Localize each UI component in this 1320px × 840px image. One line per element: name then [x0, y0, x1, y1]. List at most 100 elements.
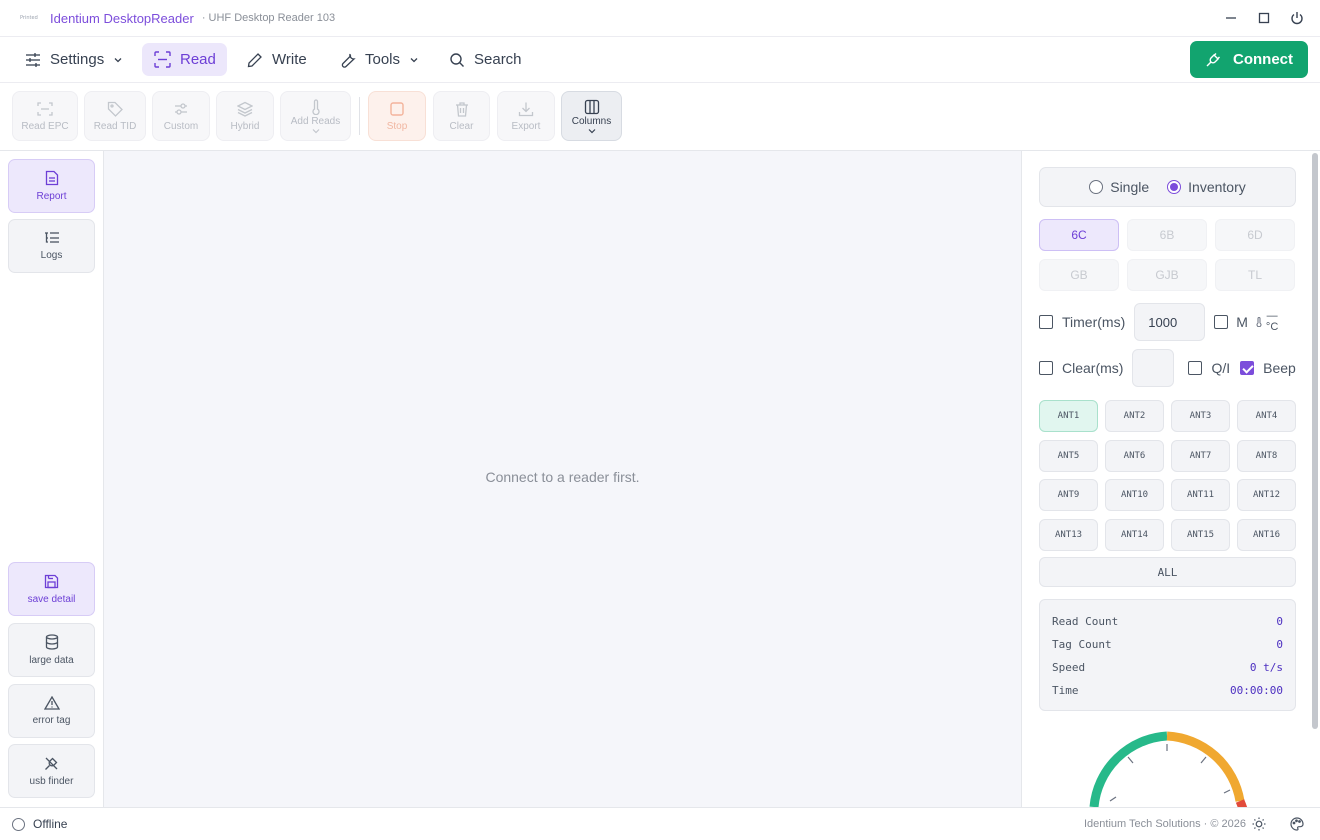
- time-label: Time: [1052, 684, 1079, 697]
- protocol-gb[interactable]: GB: [1039, 259, 1119, 291]
- qi-checkbox[interactable]: [1188, 361, 1203, 375]
- save-detail-button[interactable]: save detail: [8, 562, 95, 616]
- wrench-icon: [340, 52, 356, 68]
- antenna-ant7-button[interactable]: ANT7: [1171, 439, 1230, 472]
- antenna-ant9-button[interactable]: ANT9: [1039, 479, 1098, 511]
- antenna-ant6-button[interactable]: ANT6: [1105, 439, 1164, 472]
- power-icon[interactable]: [1288, 9, 1306, 27]
- antenna-ant3-button[interactable]: ANT3: [1171, 400, 1230, 432]
- m-checkbox[interactable]: [1214, 315, 1229, 329]
- maximize-icon[interactable]: [1255, 9, 1273, 27]
- logs-button[interactable]: Logs: [8, 219, 95, 273]
- status-indicator: [12, 817, 25, 831]
- toolbar-divider: [359, 97, 360, 135]
- antenna-all-button[interactable]: ALL: [1039, 557, 1296, 587]
- menu-settings[interactable]: Settings: [13, 43, 135, 76]
- download-icon: [518, 101, 534, 117]
- sun-icon[interactable]: [1252, 817, 1266, 831]
- m-label: M: [1236, 314, 1248, 330]
- menu-search-label: Search: [474, 51, 522, 68]
- usb-finder-button[interactable]: usb finder: [8, 744, 95, 798]
- antenna-ant8-button[interactable]: ANT8: [1237, 439, 1296, 472]
- mode-selector: Single Inventory: [1039, 167, 1296, 207]
- gauge-orange-arc: [1166, 731, 1245, 802]
- export-label: Export: [511, 120, 541, 132]
- antenna-ant5-button[interactable]: ANT5: [1039, 439, 1098, 472]
- hybrid-button[interactable]: Hybrid: [216, 91, 274, 141]
- connection-status-label: Offline: [33, 817, 68, 831]
- minimize-icon[interactable]: [1222, 9, 1240, 27]
- timer-input[interactable]: 1000: [1134, 303, 1206, 341]
- mode-single-radio[interactable]: Single: [1089, 179, 1149, 195]
- beep-checkbox[interactable]: [1240, 361, 1255, 375]
- read-epc-label: Read EPC: [21, 120, 69, 132]
- stop-button[interactable]: Stop: [368, 91, 426, 141]
- report-button[interactable]: Report: [8, 159, 95, 213]
- menu-search[interactable]: Search: [437, 43, 534, 76]
- temperature-unit: °C: [1265, 321, 1279, 333]
- connect-button[interactable]: Connect: [1190, 41, 1308, 78]
- clear-label: Clear: [449, 120, 474, 132]
- timer-checkbox[interactable]: [1039, 315, 1053, 329]
- tag-count-label: Tag Count: [1052, 638, 1112, 651]
- status-bar: Offline Identium Tech Solutions · © 2026: [0, 807, 1320, 840]
- protocol-6d[interactable]: 6D: [1215, 219, 1295, 251]
- clear-button[interactable]: Clear: [433, 91, 490, 141]
- antenna-ant12-button[interactable]: ANT12: [1237, 479, 1296, 511]
- clear-checkbox[interactable]: [1039, 361, 1053, 375]
- connection-status: Offline: [12, 817, 67, 831]
- menu-tools[interactable]: Tools: [328, 43, 431, 76]
- timer-label: Timer(ms): [1062, 314, 1126, 330]
- columns-button[interactable]: Columns: [561, 91, 622, 141]
- layers-icon: [237, 101, 253, 117]
- export-button[interactable]: Export: [497, 91, 555, 141]
- antenna-ant4-button[interactable]: ANT4: [1237, 400, 1296, 432]
- read-epc-button[interactable]: Read EPC: [12, 91, 78, 141]
- antenna-ant16-button[interactable]: ANT16: [1237, 518, 1296, 551]
- palette-icon[interactable]: [1290, 817, 1304, 831]
- warning-icon: [43, 696, 60, 710]
- inventory-panel: Single Inventory 6C 6B 6D GB GJB TL Time…: [1021, 151, 1320, 807]
- pen-icon: [247, 52, 263, 68]
- custom-button[interactable]: Custom: [152, 91, 210, 141]
- menu-read[interactable]: Read: [142, 43, 227, 76]
- panel-scrollbar[interactable]: [1312, 153, 1318, 729]
- antenna-ant11-button[interactable]: ANT11: [1171, 479, 1230, 511]
- protocol-tl[interactable]: TL: [1215, 259, 1295, 291]
- antenna-ant14-button[interactable]: ANT14: [1105, 518, 1164, 551]
- read-count-row: Read Count 0: [1052, 610, 1283, 633]
- clear-input[interactable]: [1132, 349, 1175, 387]
- tag-count-row: Tag Count 0: [1052, 633, 1283, 656]
- gauge-green-arc: [1089, 731, 1168, 807]
- antenna-ant15-button[interactable]: ANT15: [1171, 518, 1230, 551]
- read-tid-button[interactable]: Read TID: [84, 91, 146, 141]
- menu-read-label: Read: [180, 51, 216, 68]
- menu-write[interactable]: Write: [235, 43, 319, 76]
- title-bar: Printed Identium DesktopReader · UHF Des…: [0, 0, 1320, 37]
- scan-icon: [154, 51, 171, 68]
- protocol-gjb[interactable]: GJB: [1127, 259, 1207, 291]
- tag-icon: [107, 101, 123, 117]
- error-tag-button[interactable]: error tag: [8, 684, 95, 738]
- antenna-ant10-button[interactable]: ANT10: [1105, 479, 1164, 511]
- antenna-ant2-button[interactable]: ANT2: [1105, 400, 1164, 432]
- tag-count-value: 0: [1276, 638, 1283, 651]
- columns-label: Columns: [571, 115, 612, 127]
- antenna-ant13-button[interactable]: ANT13: [1039, 518, 1098, 551]
- protocol-6c[interactable]: 6C: [1039, 219, 1119, 251]
- save-detail-label: save detail: [27, 593, 76, 605]
- stats-box: Read Count 0 Tag Count 0 Speed 0 t/s Time 00…: [1039, 599, 1296, 711]
- clear-row: Clear(ms) Q/I Beep: [1039, 349, 1296, 387]
- report-label: Report: [36, 191, 67, 202]
- menu-bar: Settings Read Write Tools Search Connect: [0, 37, 1320, 83]
- mode-inventory-radio[interactable]: Inventory: [1167, 179, 1246, 195]
- speed-gauge: [1089, 731, 1248, 807]
- large-data-button[interactable]: large data: [8, 623, 95, 677]
- add-reads-button[interactable]: Add Reads: [280, 91, 351, 141]
- large-data-label: large data: [29, 655, 74, 666]
- protocol-6b[interactable]: 6B: [1127, 219, 1207, 251]
- temperature-readout: — °C: [1266, 311, 1278, 333]
- error-tag-label: error tag: [32, 715, 71, 726]
- trash-icon: [454, 101, 470, 117]
- antenna-ant1-button[interactable]: ANT1: [1039, 400, 1098, 432]
